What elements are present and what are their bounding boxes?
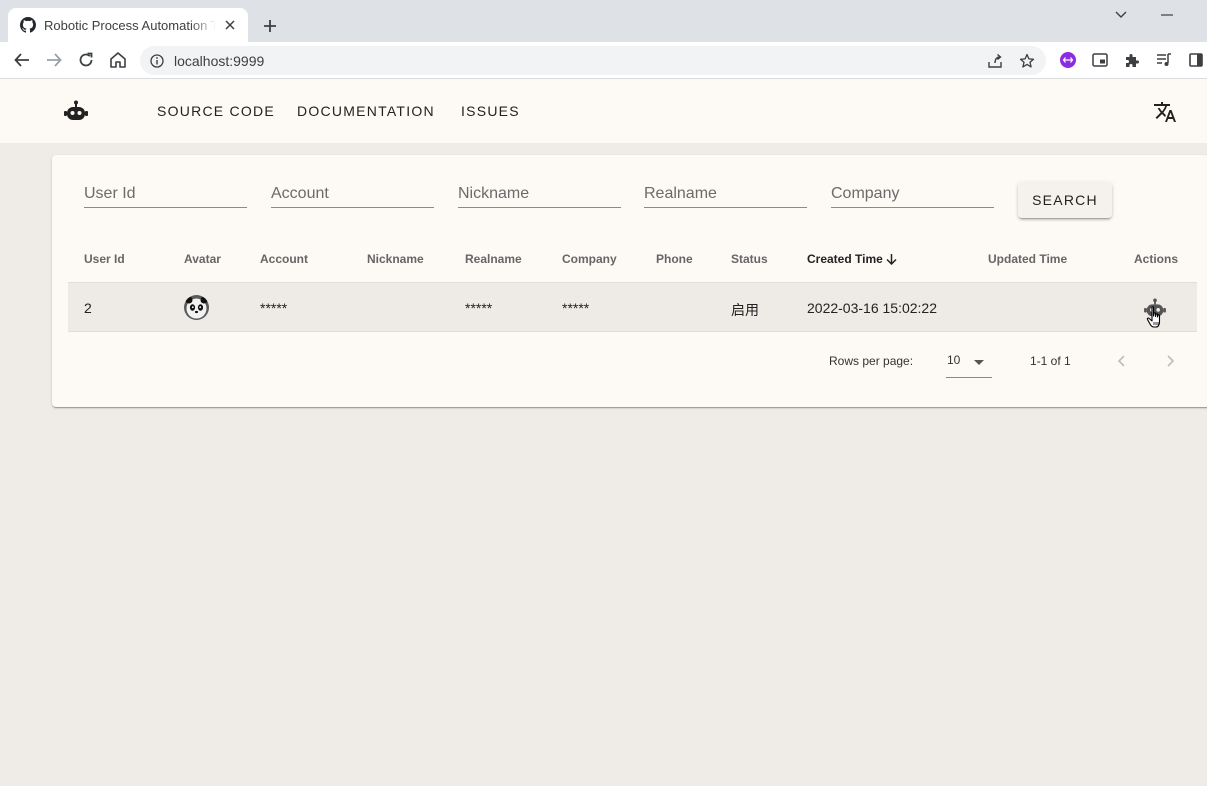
translate-icon[interactable] <box>1152 99 1178 125</box>
home-icon[interactable] <box>106 48 130 72</box>
puzzle-icon[interactable] <box>1120 48 1144 72</box>
info-icon[interactable] <box>150 53 164 68</box>
extension-icon[interactable] <box>1056 48 1080 72</box>
column-header-company[interactable]: Company <box>562 252 617 266</box>
realname-input[interactable] <box>644 185 807 203</box>
rows-per-page-value: 10 <box>947 353 961 367</box>
account-input[interactable] <box>271 185 434 203</box>
nav-documentation[interactable]: DOCUMENTATION <box>297 103 435 119</box>
column-header-updated-time[interactable]: Updated Time <box>988 252 1067 266</box>
share-icon[interactable] <box>983 49 1007 73</box>
avatar <box>184 295 209 320</box>
company-field[interactable] <box>831 185 994 208</box>
media-queue-icon[interactable] <box>1152 48 1176 72</box>
reload-icon[interactable] <box>74 48 98 72</box>
chevron-right-icon[interactable] <box>1159 349 1183 373</box>
cell-realname: ***** <box>465 300 493 316</box>
back-arrow-icon[interactable] <box>10 48 34 72</box>
url-text: localhost:9999 <box>174 52 265 69</box>
cell-company: ***** <box>562 300 590 316</box>
column-header-account[interactable]: Account <box>260 252 308 266</box>
table-row[interactable] <box>68 282 1197 332</box>
search-button[interactable]: SEARCH <box>1018 182 1112 218</box>
cell-created-time: 2022-03-16 15:02:22 <box>807 300 937 316</box>
nickname-field[interactable] <box>458 185 621 208</box>
star-icon[interactable] <box>1015 49 1039 73</box>
browser-toolbar: localhost:9999 <box>0 42 1207 79</box>
account-field[interactable] <box>271 185 434 208</box>
picture-in-picture-icon[interactable] <box>1088 48 1112 72</box>
hand-cursor-icon <box>1146 305 1166 331</box>
pagination-range: 1-1 of 1 <box>1030 354 1071 368</box>
column-header-phone[interactable]: Phone <box>656 252 693 266</box>
nav-issues[interactable]: ISSUES <box>461 103 520 119</box>
column-header-status[interactable]: Status <box>731 252 768 266</box>
company-input[interactable] <box>831 185 994 203</box>
column-header-actions: Actions <box>1134 252 1179 266</box>
caret-down-icon[interactable] <box>972 355 986 369</box>
address-bar[interactable]: localhost:9999 <box>140 46 1046 75</box>
nickname-input[interactable] <box>458 185 621 203</box>
tab-title: Robotic Process Automation Tool <box>44 17 216 33</box>
nav-source-code[interactable]: SOURCE CODE <box>157 103 275 119</box>
side-panel-icon[interactable] <box>1184 48 1207 72</box>
chevron-left-icon[interactable] <box>1109 349 1133 373</box>
browser-tab[interactable]: Robotic Process Automation Tool <box>8 8 248 42</box>
realname-field[interactable] <box>644 185 807 208</box>
close-icon[interactable] <box>222 17 238 33</box>
forward-arrow-icon[interactable] <box>42 48 66 72</box>
user-id-field[interactable] <box>84 185 247 208</box>
cell-user-id: 2 <box>84 300 92 316</box>
rows-per-page-select[interactable]: 10 <box>946 346 992 378</box>
chevron-down-icon[interactable] <box>1107 4 1135 26</box>
column-header-realname[interactable]: Realname <box>465 252 522 266</box>
minimize-icon[interactable] <box>1153 4 1181 26</box>
column-header-nickname[interactable]: Nickname <box>367 252 424 266</box>
column-header-created-time-label: Created Time <box>807 252 883 266</box>
cell-status: 启用 <box>731 302 759 318</box>
arrow-down-icon[interactable] <box>886 253 897 265</box>
app-bar: SOURCE CODE DOCUMENTATION ISSUES <box>0 79 1207 143</box>
plus-icon[interactable] <box>258 14 282 38</box>
cell-account: ***** <box>260 300 288 316</box>
column-header-avatar[interactable]: Avatar <box>184 252 221 266</box>
column-header-user-id[interactable]: User Id <box>84 252 125 266</box>
browser-tabstrip: Robotic Process Automation Tool <box>0 0 1207 42</box>
user-id-input[interactable] <box>84 185 247 203</box>
github-icon <box>20 17 36 33</box>
robot-icon[interactable] <box>64 99 88 123</box>
rows-per-page-label: Rows per page: <box>829 354 914 368</box>
column-header-created-time[interactable]: Created Time <box>807 252 897 266</box>
users-card: SEARCH User Id Avatar Account Nickname R… <box>52 155 1207 407</box>
